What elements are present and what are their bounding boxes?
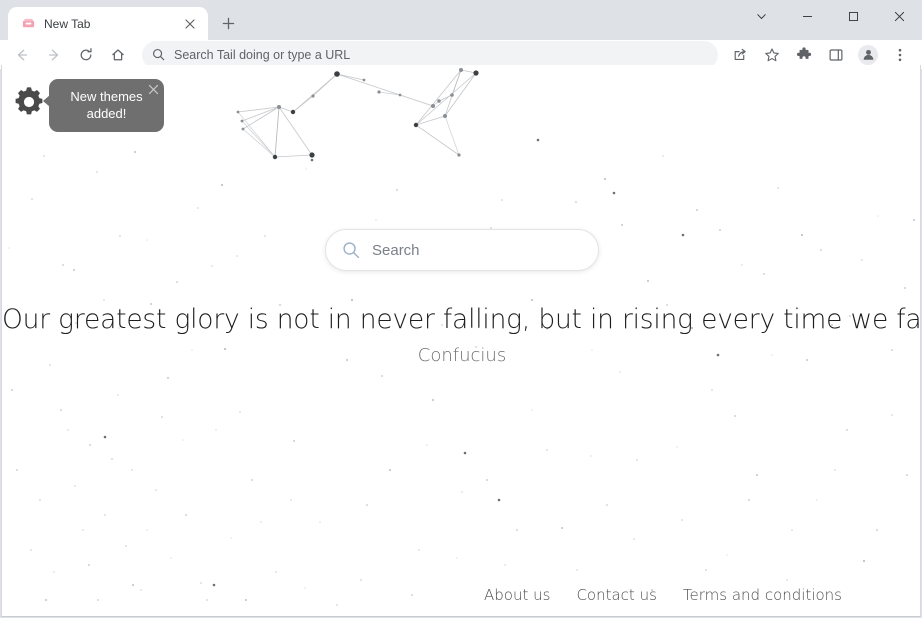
quote-text: Our greatest glory is not in never falli… xyxy=(2,303,921,337)
footer-link-about-us[interactable]: About us xyxy=(484,586,550,604)
theme-promo-bubble: New themes added! xyxy=(49,79,164,132)
tab-strip: New Tab xyxy=(0,0,922,40)
person-icon xyxy=(858,45,878,65)
address-bar-placeholder: Search Tail doing or type a URL xyxy=(174,48,350,62)
tab-title: New Tab xyxy=(44,17,172,31)
theme-promo-message: New themes added! xyxy=(59,88,154,122)
browser-tab[interactable]: New Tab xyxy=(8,7,208,40)
search-box[interactable] xyxy=(325,229,599,271)
gear-icon[interactable] xyxy=(11,84,47,120)
tab-list: New Tab xyxy=(0,0,242,40)
maximize-icon[interactable] xyxy=(830,0,876,32)
theme-promo: New themes added! xyxy=(11,79,164,132)
window-controls xyxy=(738,0,922,32)
close-icon[interactable] xyxy=(180,14,200,34)
footer-links: About us Contact us Terms and conditions xyxy=(484,586,842,604)
quote-author: Confucius xyxy=(2,345,921,366)
browser-window: New Tab Search Tail doing or type a URL … xyxy=(0,0,922,618)
search-area xyxy=(2,229,921,271)
quote-block: Our greatest glory is not in never falli… xyxy=(2,303,921,366)
footer-link-contact-us[interactable]: Contact us xyxy=(576,586,656,604)
pink-page-icon xyxy=(20,16,36,32)
footer-link-terms-and-conditions[interactable]: Terms and conditions xyxy=(683,586,842,604)
tab-search-chevron-down-icon[interactable] xyxy=(738,0,784,32)
new-tab-page: New themes added! Our greatest glory is … xyxy=(1,65,921,617)
minimize-icon[interactable] xyxy=(784,0,830,32)
close-icon[interactable] xyxy=(146,82,160,96)
search-icon xyxy=(342,241,360,259)
new-tab-button[interactable] xyxy=(214,9,242,37)
search-input[interactable] xyxy=(372,242,582,259)
search-icon xyxy=(152,48,166,61)
close-icon[interactable] xyxy=(876,0,922,32)
